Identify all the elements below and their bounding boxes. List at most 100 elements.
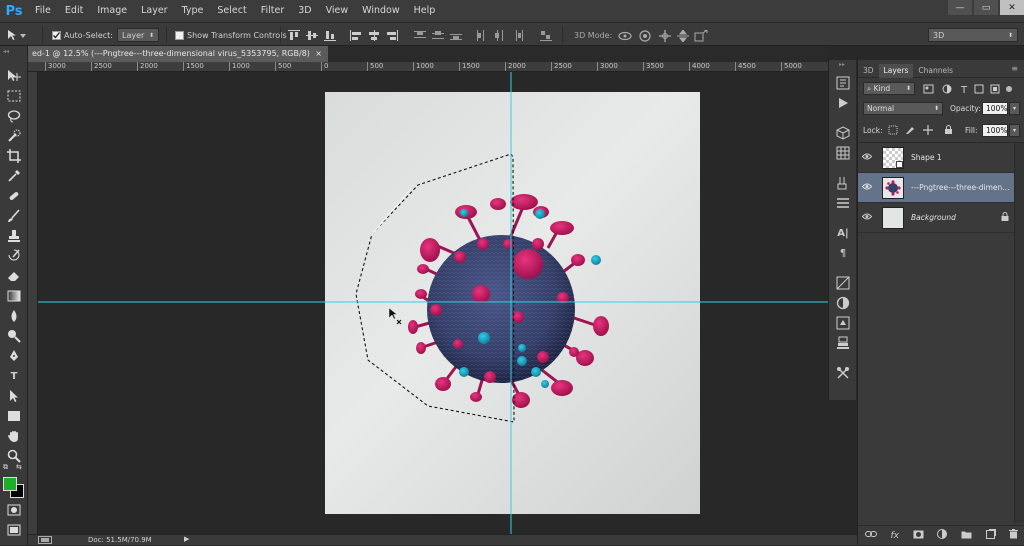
align-right-icon[interactable] xyxy=(386,30,398,41)
show-transform-controls-checkbox[interactable]: Show Transform Controls xyxy=(175,28,287,42)
3d-roll-icon[interactable] xyxy=(638,30,652,42)
distribute-horizontal-center-icon[interactable] xyxy=(494,30,506,41)
menu-view[interactable]: View xyxy=(319,0,356,22)
layer-filter-icons[interactable]: T xyxy=(923,84,1013,94)
gradient-tool-icon[interactable] xyxy=(6,288,22,304)
dodge-tool-icon[interactable] xyxy=(6,328,22,344)
layers-scrollbar[interactable] xyxy=(1014,143,1024,523)
horizontal-ruler[interactable]: 3000 2500 2000 1500 1000 500 0 500 1000 1500 2000 2… xyxy=(28,62,828,72)
zoom-tool-icon[interactable] xyxy=(6,448,22,464)
layer-style-fx-icon[interactable]: fx xyxy=(890,531,899,541)
visibility-eye-icon[interactable] xyxy=(858,153,876,162)
close-button[interactable]: ✕ xyxy=(1000,0,1024,15)
default-colors-icon[interactable]: ⧉ xyxy=(3,463,8,472)
menu-3d[interactable]: 3D xyxy=(291,0,318,22)
brush-panel-icon[interactable] xyxy=(836,196,850,210)
hand-tool-icon[interactable] xyxy=(6,428,22,444)
adjustments-panel-icon[interactable] xyxy=(836,276,850,290)
3d-scale-icon[interactable] xyxy=(694,30,708,42)
new-adjustment-layer-icon[interactable] xyxy=(937,529,948,542)
blend-mode-dropdown[interactable]: Normal ⬍ xyxy=(863,102,943,115)
pen-tool-icon[interactable] xyxy=(6,348,22,364)
brush-tool-icon[interactable] xyxy=(6,208,22,224)
history-panel-icon[interactable] xyxy=(836,76,850,90)
properties-panel-icon[interactable] xyxy=(836,316,850,330)
layer-row-shape-1[interactable]: Shape 1 xyxy=(858,143,1015,173)
auto-select-dropdown[interactable]: Layer ⬍ xyxy=(117,28,159,42)
align-vertical-center-icon[interactable] xyxy=(306,30,318,41)
distribute-left-icon[interactable] xyxy=(476,30,488,41)
quick-mask-icon[interactable] xyxy=(6,502,22,518)
character-panel-icon[interactable]: A| xyxy=(836,226,850,240)
delete-layer-icon[interactable] xyxy=(1009,529,1019,542)
distribute-bottom-icon[interactable] xyxy=(450,30,462,41)
visibility-eye-icon[interactable] xyxy=(858,213,876,222)
vertical-ruler[interactable] xyxy=(28,72,38,534)
menu-layer[interactable]: Layer xyxy=(134,0,175,22)
add-mask-icon[interactable] xyxy=(913,530,924,542)
tab-layers[interactable]: Layers xyxy=(878,64,914,78)
paragraph-panel-icon[interactable]: ¶ xyxy=(836,246,850,260)
virus-image[interactable] xyxy=(408,194,609,408)
menu-select[interactable]: Select xyxy=(210,0,253,22)
menu-image[interactable]: Image xyxy=(90,0,134,22)
styles-panel-icon[interactable] xyxy=(836,296,850,310)
eraser-tool-icon[interactable] xyxy=(6,268,22,284)
tool-presets-icon[interactable] xyxy=(836,366,850,380)
opacity-input[interactable]: 100% xyxy=(982,102,1008,115)
menu-edit[interactable]: Edit xyxy=(58,0,90,22)
panel-menu-icon[interactable]: ≡ xyxy=(1011,64,1018,73)
close-tab-icon[interactable]: × xyxy=(315,46,322,62)
auto-select-checkbox[interactable]: Auto-Select: xyxy=(52,28,113,42)
blur-tool-icon[interactable] xyxy=(6,308,22,324)
new-group-icon[interactable] xyxy=(961,530,972,542)
screen-mode-icon[interactable] xyxy=(6,522,22,538)
clone-source-icon[interactable] xyxy=(836,336,850,350)
layer-row-background[interactable]: Background xyxy=(858,203,1015,233)
status-menu-arrow-icon[interactable]: ▶ xyxy=(184,535,189,543)
menu-window[interactable]: Window xyxy=(355,0,406,22)
fill-slider-toggle[interactable]: ▾ xyxy=(1009,124,1020,137)
align-top-icon[interactable] xyxy=(288,30,300,41)
path-selection-icon[interactable] xyxy=(6,388,22,404)
menu-type[interactable]: Type xyxy=(175,0,211,22)
type-tool-icon[interactable]: T xyxy=(6,368,22,384)
link-layers-icon[interactable] xyxy=(864,530,877,541)
quick-selection-icon[interactable] xyxy=(6,128,22,144)
layer-row-virus[interactable]: ---Pngtree---three-dimen... xyxy=(858,173,1015,203)
swatches-panel-icon[interactable] xyxy=(836,146,850,160)
clone-stamp-icon[interactable] xyxy=(6,228,22,244)
brush-presets-icon[interactable] xyxy=(836,176,850,190)
layer-filter-dropdown[interactable]: ⌕ Kind ⬍ xyxy=(863,82,915,95)
eyedropper-icon[interactable] xyxy=(6,168,22,184)
align-left-icon[interactable] xyxy=(350,30,362,41)
menu-filter[interactable]: Filter xyxy=(254,0,292,22)
crop-tool-icon[interactable] xyxy=(6,148,22,164)
minimize-button[interactable]: — xyxy=(948,0,972,15)
panel-collapse-icon[interactable]: ◂◂ xyxy=(3,48,9,55)
rectangle-tool-icon[interactable] xyxy=(6,408,22,424)
workspace-dropdown[interactable]: 3D ⬍ xyxy=(928,28,1018,42)
3d-panel-icon[interactable] xyxy=(836,126,850,140)
fill-input[interactable]: 100% xyxy=(982,124,1008,137)
lasso-tool-icon[interactable] xyxy=(6,108,22,124)
lock-options-icons[interactable] xyxy=(888,125,958,135)
3d-orbit-icon[interactable] xyxy=(618,30,632,42)
3d-slide-icon[interactable] xyxy=(676,30,690,42)
move-tool-icon[interactable] xyxy=(6,68,22,84)
opacity-slider-toggle[interactable]: ▾ xyxy=(1009,102,1020,115)
canvas-area[interactable] xyxy=(38,72,828,534)
menu-file[interactable]: File xyxy=(28,0,58,22)
tab-3d[interactable]: 3D xyxy=(858,64,879,78)
align-horizontal-center-icon[interactable] xyxy=(368,30,380,41)
foreground-color-swatch[interactable] xyxy=(3,477,17,491)
auto-align-layers-icon[interactable] xyxy=(540,30,552,41)
distribute-vertical-center-icon[interactable] xyxy=(432,30,444,41)
swap-colors-icon[interactable]: ⇆ xyxy=(16,463,22,471)
history-brush-icon[interactable] xyxy=(6,248,22,264)
tab-channels[interactable]: Channels xyxy=(913,64,958,78)
visibility-eye-icon[interactable] xyxy=(858,183,876,192)
healing-brush-icon[interactable] xyxy=(6,188,22,204)
dock-collapse-icon[interactable]: ▸▸ xyxy=(839,61,845,68)
rectangular-marquee-icon[interactable] xyxy=(6,88,22,104)
